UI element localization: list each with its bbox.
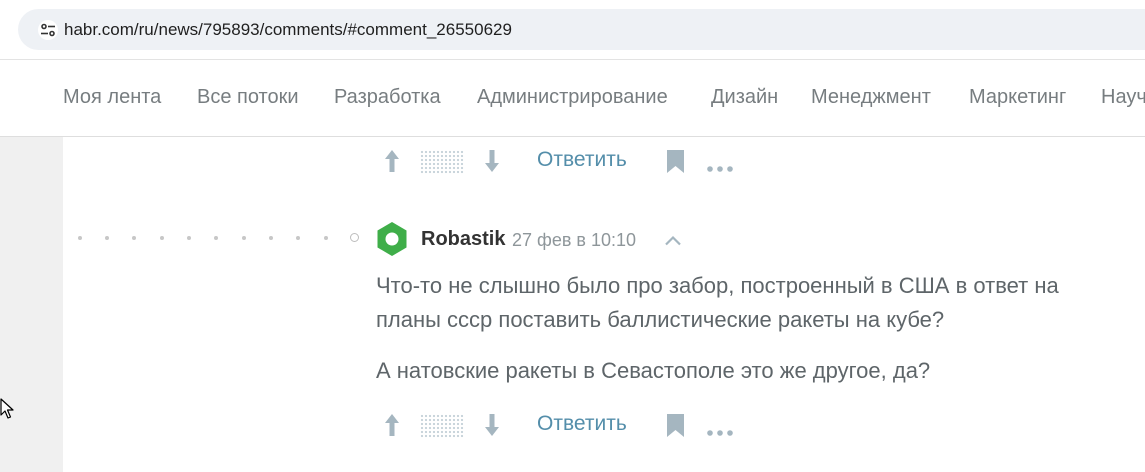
mouse-cursor-icon [0, 398, 14, 425]
nav-item-design[interactable]: Дизайн [711, 86, 778, 109]
rating-hidden [420, 414, 464, 438]
comment-text-paragraph: А натовские ракеты в Севастополе это же … [376, 358, 931, 383]
url-text[interactable]: habr.com/ru/news/795893/comments/#commen… [64, 20, 512, 40]
nav-item-science[interactable]: Науч [1101, 86, 1145, 109]
vote-up-icon[interactable] [383, 413, 401, 442]
comment-footer: Ответить [383, 147, 803, 177]
comments-section: Ответить Robastik 27 фев в 10:10 Что-то … [63, 137, 1145, 472]
reply-link[interactable]: Ответить [537, 412, 627, 436]
comment-time[interactable]: 27 фев в 10:10 [512, 230, 636, 251]
address-bar[interactable]: habr.com/ru/news/795893/comments/#commen… [18, 9, 1145, 50]
more-icon[interactable] [707, 159, 733, 177]
chevron-up-icon[interactable] [664, 233, 682, 251]
rating-hidden [420, 150, 464, 174]
nav-item-all-flows[interactable]: Все потоки [197, 86, 299, 109]
comment-text-line: планы ссср поставить баллистические раке… [376, 307, 945, 332]
comment-author[interactable]: Robastik [421, 228, 505, 251]
more-icon[interactable] [707, 423, 733, 441]
flows-nav: Моя лента Все потоки Разработка Админист… [0, 60, 1145, 137]
browser-toolbar: habr.com/ru/news/795893/comments/#commen… [0, 0, 1145, 60]
vote-down-icon[interactable] [483, 149, 501, 178]
comment-text-line: Что-то не слышно было про забор, построе… [376, 273, 1059, 298]
comment-footer: Ответить [383, 411, 803, 441]
vote-down-icon[interactable] [483, 413, 501, 442]
nav-item-marketing[interactable]: Маркетинг [969, 86, 1066, 109]
bookmark-icon[interactable] [667, 150, 684, 178]
reply-link[interactable]: Ответить [537, 148, 627, 172]
bookmark-icon[interactable] [667, 414, 684, 442]
avatar[interactable] [377, 222, 407, 261]
tune-icon[interactable] [38, 20, 58, 40]
nav-item-my-feed[interactable]: Моя лента [63, 86, 161, 109]
nav-item-management[interactable]: Менеджмент [811, 86, 931, 109]
vote-up-icon[interactable] [383, 149, 401, 178]
nav-item-administration[interactable]: Администрирование [477, 86, 668, 109]
thread-indent [75, 233, 365, 243]
nav-item-development[interactable]: Разработка [334, 86, 441, 109]
